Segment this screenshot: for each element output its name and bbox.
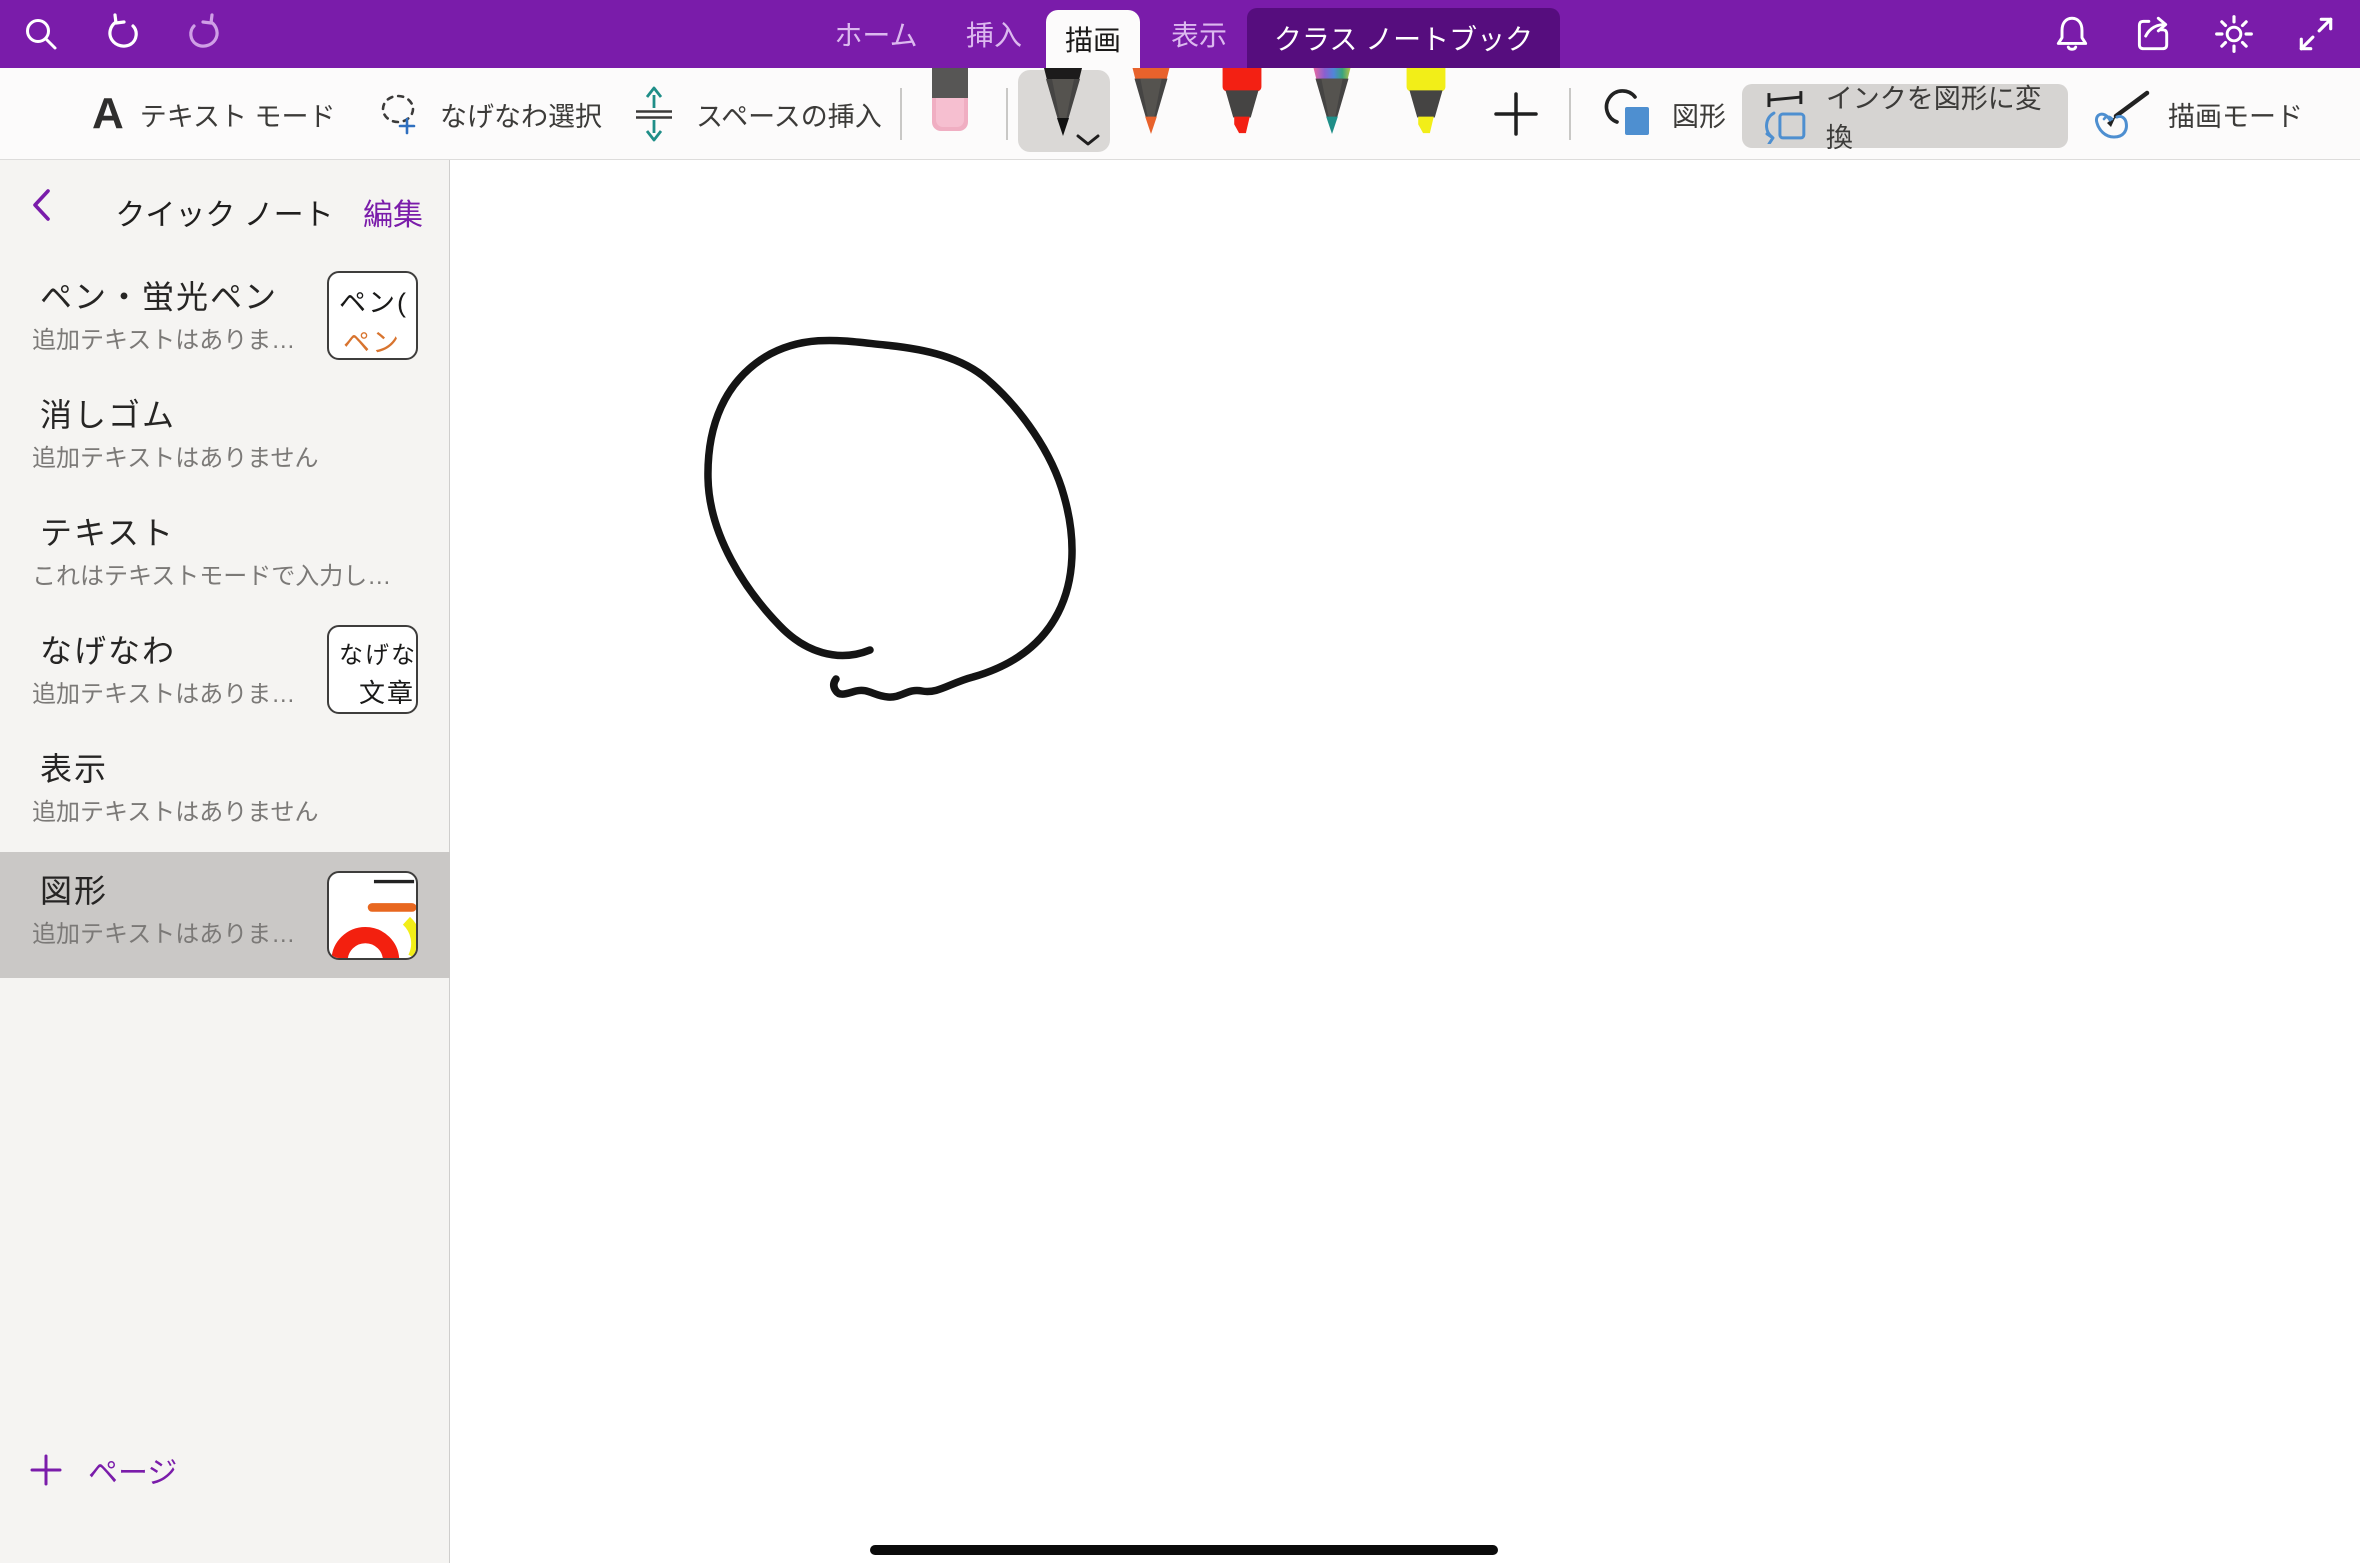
page-list-sidebar: クイック ノート 編集 ペン・蛍光ペン 追加テキストはありま… ペン( ペン 消… xyxy=(0,160,450,1563)
draw-mode-hand-icon xyxy=(2090,86,2152,142)
bell-icon xyxy=(2051,13,2093,55)
page-title: 表示 xyxy=(40,744,108,790)
page-subtitle: 追加テキストはありま… xyxy=(32,320,295,355)
fullscreen-icon xyxy=(2295,13,2337,55)
draw-ribbon: A テキスト モード なげなわ選択 スペースの挿入 xyxy=(0,68,2360,160)
share-button[interactable] xyxy=(2131,13,2173,55)
page-subtitle: 追加テキストはありません xyxy=(32,438,319,473)
divider xyxy=(900,88,902,140)
page-title: ペン・蛍光ペン xyxy=(40,272,278,318)
thumb-shapes-drawing xyxy=(329,873,417,959)
plus-icon xyxy=(30,1454,62,1486)
page-thumbnail: ペン( ペン xyxy=(327,271,418,360)
text-mode-label: テキスト モード xyxy=(140,95,336,134)
plus-icon xyxy=(1490,88,1542,140)
red-highlighter-icon xyxy=(1214,68,1270,136)
page-title: 図形 xyxy=(40,866,108,912)
add-pen-button[interactable] xyxy=(1490,88,1542,140)
shapes-icon xyxy=(1600,86,1656,142)
page-title: 消しゴム xyxy=(40,390,176,436)
share-icon xyxy=(2131,13,2173,55)
thumb-ink-text: 文章を xyxy=(359,673,418,710)
redo-button[interactable] xyxy=(182,13,224,55)
ink-to-shape-icon xyxy=(1756,88,1812,144)
thumb-ink-text: ペン xyxy=(343,321,401,360)
pen-rainbow[interactable] xyxy=(1306,68,1358,141)
thumb-ink-text: なげなわ xyxy=(339,635,418,670)
page-thumbnail: なげなわ 文章を xyxy=(327,625,418,714)
text-mode-button[interactable]: A テキスト モード xyxy=(92,68,335,160)
tab-label: 挿入 xyxy=(966,14,1022,54)
notifications-button[interactable] xyxy=(2051,13,2093,55)
page-subtitle: これはテキストモードで入力し… xyxy=(32,556,391,591)
orange-pen-icon xyxy=(1126,68,1176,136)
tab-draw-active[interactable]: 描画 xyxy=(1046,10,1140,68)
shapes-label: 図形 xyxy=(1672,95,1726,134)
settings-button[interactable] xyxy=(2213,13,2255,55)
search-icon xyxy=(21,14,61,54)
chevron-down-icon xyxy=(1076,134,1100,146)
page-subtitle: 追加テキストはありま… xyxy=(32,674,295,709)
tab-class-notebook[interactable]: クラス ノートブック xyxy=(1247,8,1560,68)
text-mode-icon: A xyxy=(92,92,124,136)
undo-icon xyxy=(103,13,145,55)
fullscreen-button[interactable] xyxy=(2295,13,2337,55)
page-item-eraser[interactable]: 消しゴム 追加テキストはありません xyxy=(0,376,450,494)
page-item-shapes-selected[interactable]: 図形 追加テキストはありま… xyxy=(0,852,450,978)
eraser-tool[interactable] xyxy=(928,68,972,139)
add-page-label: ページ xyxy=(88,1448,177,1492)
black-pen-icon xyxy=(1038,68,1088,138)
insert-space-button[interactable]: スペースの挿入 xyxy=(628,68,882,160)
insert-space-label: スペースの挿入 xyxy=(696,95,882,134)
shapes-button[interactable]: 図形 xyxy=(1600,68,1726,160)
tab-label: 表示 xyxy=(1171,14,1227,54)
page-item-text[interactable]: テキスト これはテキストモードで入力し… xyxy=(0,494,450,612)
pen-black-selected[interactable] xyxy=(1018,70,1110,152)
page-item-lasso[interactable]: なげなわ 追加テキストはありま… なげなわ 文章を xyxy=(0,612,450,730)
tab-label: 描画 xyxy=(1065,19,1121,59)
tab-label: クラス ノートブック xyxy=(1274,18,1533,58)
yellow-highlighter-icon xyxy=(1398,68,1454,136)
lasso-select-button[interactable]: なげなわ選択 xyxy=(376,68,602,160)
tab-view[interactable]: 表示 xyxy=(1154,0,1244,68)
add-page-button[interactable]: ページ xyxy=(30,1448,177,1492)
page-subtitle: 追加テキストはありません xyxy=(32,792,319,827)
lasso-label: なげなわ選択 xyxy=(440,95,602,134)
top-app-bar: ホーム 挿入 描画 表示 クラス ノートブック xyxy=(0,0,2360,68)
note-canvas[interactable] xyxy=(451,161,2360,1563)
undo-button[interactable] xyxy=(103,13,145,55)
page-title: なげなわ xyxy=(40,626,176,672)
highlighter-yellow[interactable] xyxy=(1398,68,1454,141)
convert-ink-to-shape-button[interactable]: インクを図形に変換 xyxy=(1742,84,2068,148)
insert-space-icon xyxy=(628,84,680,144)
edit-button[interactable]: 編集 xyxy=(363,190,423,234)
tab-label: ホーム xyxy=(834,14,917,54)
thumb-ink-text: ペン( xyxy=(339,281,408,320)
rainbow-pen-icon xyxy=(1306,68,1358,136)
page-item-view[interactable]: 表示 追加テキストはありません xyxy=(0,730,450,848)
page-thumbnail xyxy=(327,871,418,960)
redo-icon xyxy=(182,13,224,55)
eraser-icon xyxy=(928,68,972,134)
gear-icon xyxy=(2213,13,2255,55)
divider xyxy=(1569,88,1571,140)
draw-mode-label: 描画モード xyxy=(2168,95,2303,134)
convert-ink-label: インクを図形に変換 xyxy=(1826,77,2068,155)
tab-insert[interactable]: 挿入 xyxy=(948,0,1040,68)
search-button[interactable] xyxy=(20,13,62,55)
sidebar-header: クイック ノート 編集 xyxy=(0,160,449,256)
divider xyxy=(1006,88,1008,140)
page-item-pen-highlighter[interactable]: ペン・蛍光ペン 追加テキストはありま… ペン( ペン xyxy=(0,258,450,376)
tab-home[interactable]: ホーム xyxy=(822,0,930,68)
lasso-icon xyxy=(376,88,424,140)
draw-mode-button[interactable]: 描画モード xyxy=(2090,68,2303,160)
page-title: テキスト xyxy=(40,508,175,554)
home-indicator[interactable] xyxy=(870,1545,1498,1555)
pen-orange[interactable] xyxy=(1126,68,1176,141)
page-subtitle: 追加テキストはありま… xyxy=(32,914,295,949)
highlighter-red[interactable] xyxy=(1214,68,1270,141)
